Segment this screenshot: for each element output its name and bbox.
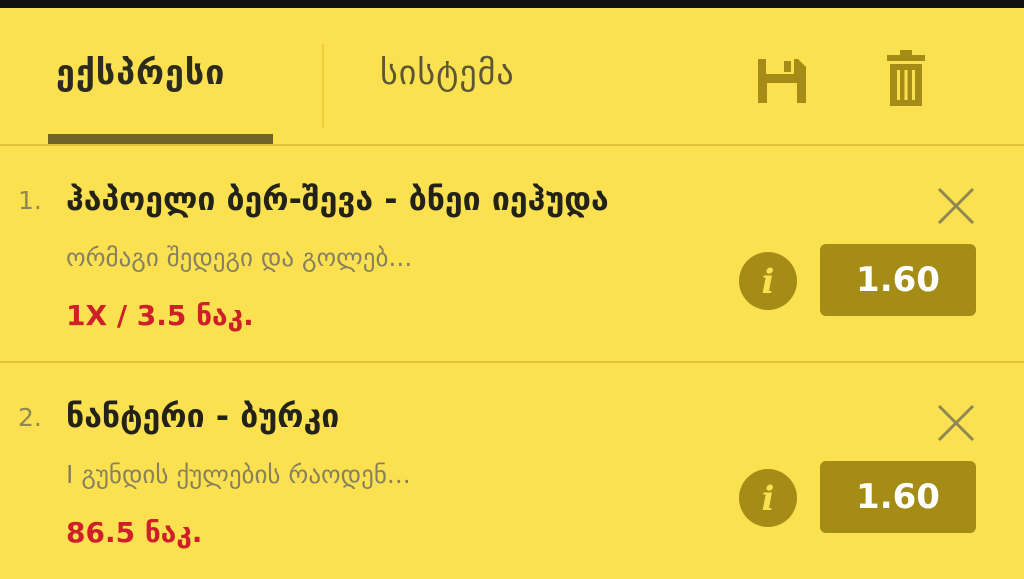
bet-slip-item: 2. ნანტერი - ბურკი I გუნდის ქულების რაოდ… [0,363,1024,579]
bet-type-tabs: ექსპრესი სისტემა [0,8,1024,144]
tab-express[interactable]: ექსპრესი [56,53,225,93]
market-name: I გუნდის ქულების რაოდენ... [66,460,411,489]
match-title: ჰაპოელი ბერ-შევა - ბნეი იეჰუდა [66,180,609,218]
svg-text:i: i [762,262,775,302]
odds-button[interactable]: 1.60 [820,461,976,533]
bet-slip-item: 1. ჰაპოელი ბერ-შევა - ბნეი იეჰუდა ორმაგი… [0,146,1024,362]
selection: 86.5 ნაკ. [66,516,203,549]
close-icon[interactable] [936,403,976,443]
bet-number: 1. [18,186,42,215]
bet-number: 2. [18,403,42,432]
odds-button[interactable]: 1.60 [820,244,976,316]
tab-system[interactable]: სისტემა [380,53,515,93]
market-name: ორმაგი შედეგი და გოლებ... [66,243,413,272]
tab-divider [322,44,324,128]
status-bar [0,0,1024,8]
info-icon[interactable]: i [738,251,798,311]
selection: 1X / 3.5 ნაკ. [66,299,254,332]
active-tab-indicator [48,134,273,144]
info-icon[interactable]: i [738,468,798,528]
trash-icon[interactable] [886,50,926,106]
save-icon[interactable] [756,57,808,105]
close-icon[interactable] [936,186,976,226]
svg-text:i: i [762,479,775,519]
match-title: ნანტერი - ბურკი [66,397,340,435]
